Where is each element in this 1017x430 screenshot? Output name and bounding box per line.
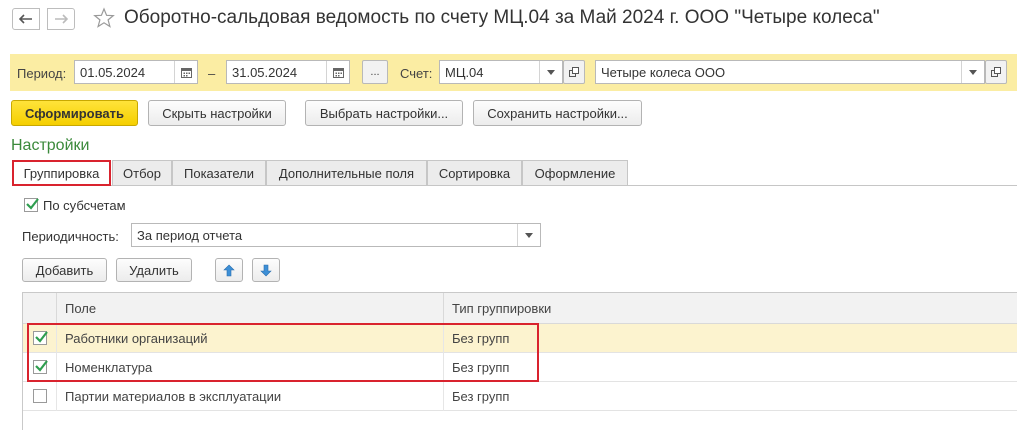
choose-settings-button[interactable]: Выбрать настройки... [305, 100, 463, 126]
row-type[interactable]: Без групп [452, 360, 509, 375]
row-field: Работники организаций [65, 331, 208, 346]
arrow-left-icon [19, 14, 32, 24]
calendar-icon [180, 67, 192, 78]
organization-field[interactable]: Четыре колеса ООО [595, 60, 985, 84]
column-header-type[interactable]: Тип группировки [452, 301, 551, 316]
row-type[interactable]: Без групп [452, 389, 509, 404]
periodicity-value: За период отчета [137, 228, 243, 243]
title-bar: Оборотно-сальдовая ведомость по счету МЦ… [0, 0, 1017, 44]
date-to-value: 31.05.2024 [232, 65, 298, 80]
add-button[interactable]: Добавить [22, 258, 107, 282]
account-open-button[interactable] [563, 60, 585, 84]
tab-grouping[interactable]: Группировка [12, 160, 111, 186]
move-down-button[interactable] [252, 258, 280, 282]
date-from-field[interactable]: 01.05.2024 [74, 60, 198, 84]
table-header: Поле Тип группировки [23, 293, 1017, 324]
row-checkbox[interactable] [33, 331, 48, 345]
open-window-icon [569, 67, 579, 77]
calendar-icon [332, 67, 344, 78]
delete-button[interactable]: Удалить [116, 258, 192, 282]
open-window-icon [991, 67, 1001, 77]
calendar-to-button[interactable] [326, 61, 349, 83]
column-divider [443, 353, 444, 382]
organization-open-button[interactable] [985, 60, 1007, 84]
tab-filter[interactable]: Отбор [112, 160, 172, 186]
table-row[interactable]: Партии материалов в эксплуатации Без гру… [23, 382, 1017, 411]
periodicity-dropdown-button[interactable] [517, 224, 540, 246]
generate-button[interactable]: Сформировать [11, 100, 138, 126]
date-from-value: 01.05.2024 [80, 65, 146, 80]
page-title: Оборотно-сальдовая ведомость по счету МЦ… [124, 7, 880, 28]
back-button[interactable] [12, 8, 40, 30]
arrow-up-icon [223, 264, 235, 276]
column-divider [56, 293, 57, 324]
save-settings-button[interactable]: Сохранить настройки... [473, 100, 642, 126]
column-divider [56, 324, 57, 353]
table-row[interactable]: Номенклатура Без групп [23, 353, 1017, 382]
checkmark-icon [26, 198, 39, 210]
arrow-right-icon [55, 14, 68, 24]
column-divider [443, 293, 444, 324]
row-field: Номенклатура [65, 360, 153, 375]
hide-settings-button[interactable]: Скрыть настройки [148, 100, 286, 126]
tab-appearance[interactable]: Оформление [522, 160, 628, 186]
move-up-button[interactable] [215, 258, 243, 282]
column-header-field[interactable]: Поле [65, 301, 96, 316]
chevron-down-icon [969, 69, 977, 75]
by-subaccounts-checkbox[interactable] [24, 198, 39, 212]
tab-sorting[interactable]: Сортировка [427, 160, 522, 186]
star-icon[interactable] [93, 7, 115, 29]
account-label: Счет: [400, 66, 433, 81]
column-divider [56, 382, 57, 411]
periodicity-label: Периодичность: [22, 229, 119, 244]
row-field: Партии материалов в эксплуатации [65, 389, 282, 404]
chevron-down-icon [547, 69, 555, 75]
period-select-button[interactable]: ... [362, 60, 388, 84]
table-row[interactable]: Работники организаций Без групп [23, 324, 1017, 353]
tab-additional-fields[interactable]: Дополнительные поля [266, 160, 427, 186]
tab-indicators[interactable]: Показатели [172, 160, 266, 186]
period-label: Период: [17, 66, 67, 81]
periodicity-select[interactable]: За период отчета [131, 223, 541, 247]
account-field[interactable]: МЦ.04 [439, 60, 563, 84]
row-checkbox[interactable] [33, 389, 47, 403]
calendar-from-button[interactable] [174, 61, 197, 83]
account-value: МЦ.04 [445, 65, 484, 80]
column-divider [443, 382, 444, 411]
row-checkbox[interactable] [33, 360, 48, 374]
by-subaccounts-label: По субсчетам [43, 198, 126, 213]
chevron-down-icon [525, 232, 533, 238]
date-to-field[interactable]: 31.05.2024 [226, 60, 350, 84]
arrow-down-icon [260, 264, 272, 276]
row-type[interactable]: Без групп [452, 331, 509, 346]
account-dropdown-button[interactable] [539, 61, 562, 83]
column-divider [56, 353, 57, 382]
checkmark-icon [35, 360, 48, 372]
column-divider [443, 324, 444, 353]
settings-title: Настройки [11, 137, 90, 154]
period-bar: Период: 01.05.2024 – 31.05.2024 ... Счет… [10, 54, 1017, 91]
grouping-table: Поле Тип группировки Работники организац… [22, 292, 1017, 430]
forward-button[interactable] [47, 8, 75, 30]
organization-dropdown-button[interactable] [961, 61, 984, 83]
checkmark-icon [35, 331, 48, 343]
period-dash: – [208, 66, 216, 81]
organization-value: Четыре колеса ООО [601, 65, 726, 80]
